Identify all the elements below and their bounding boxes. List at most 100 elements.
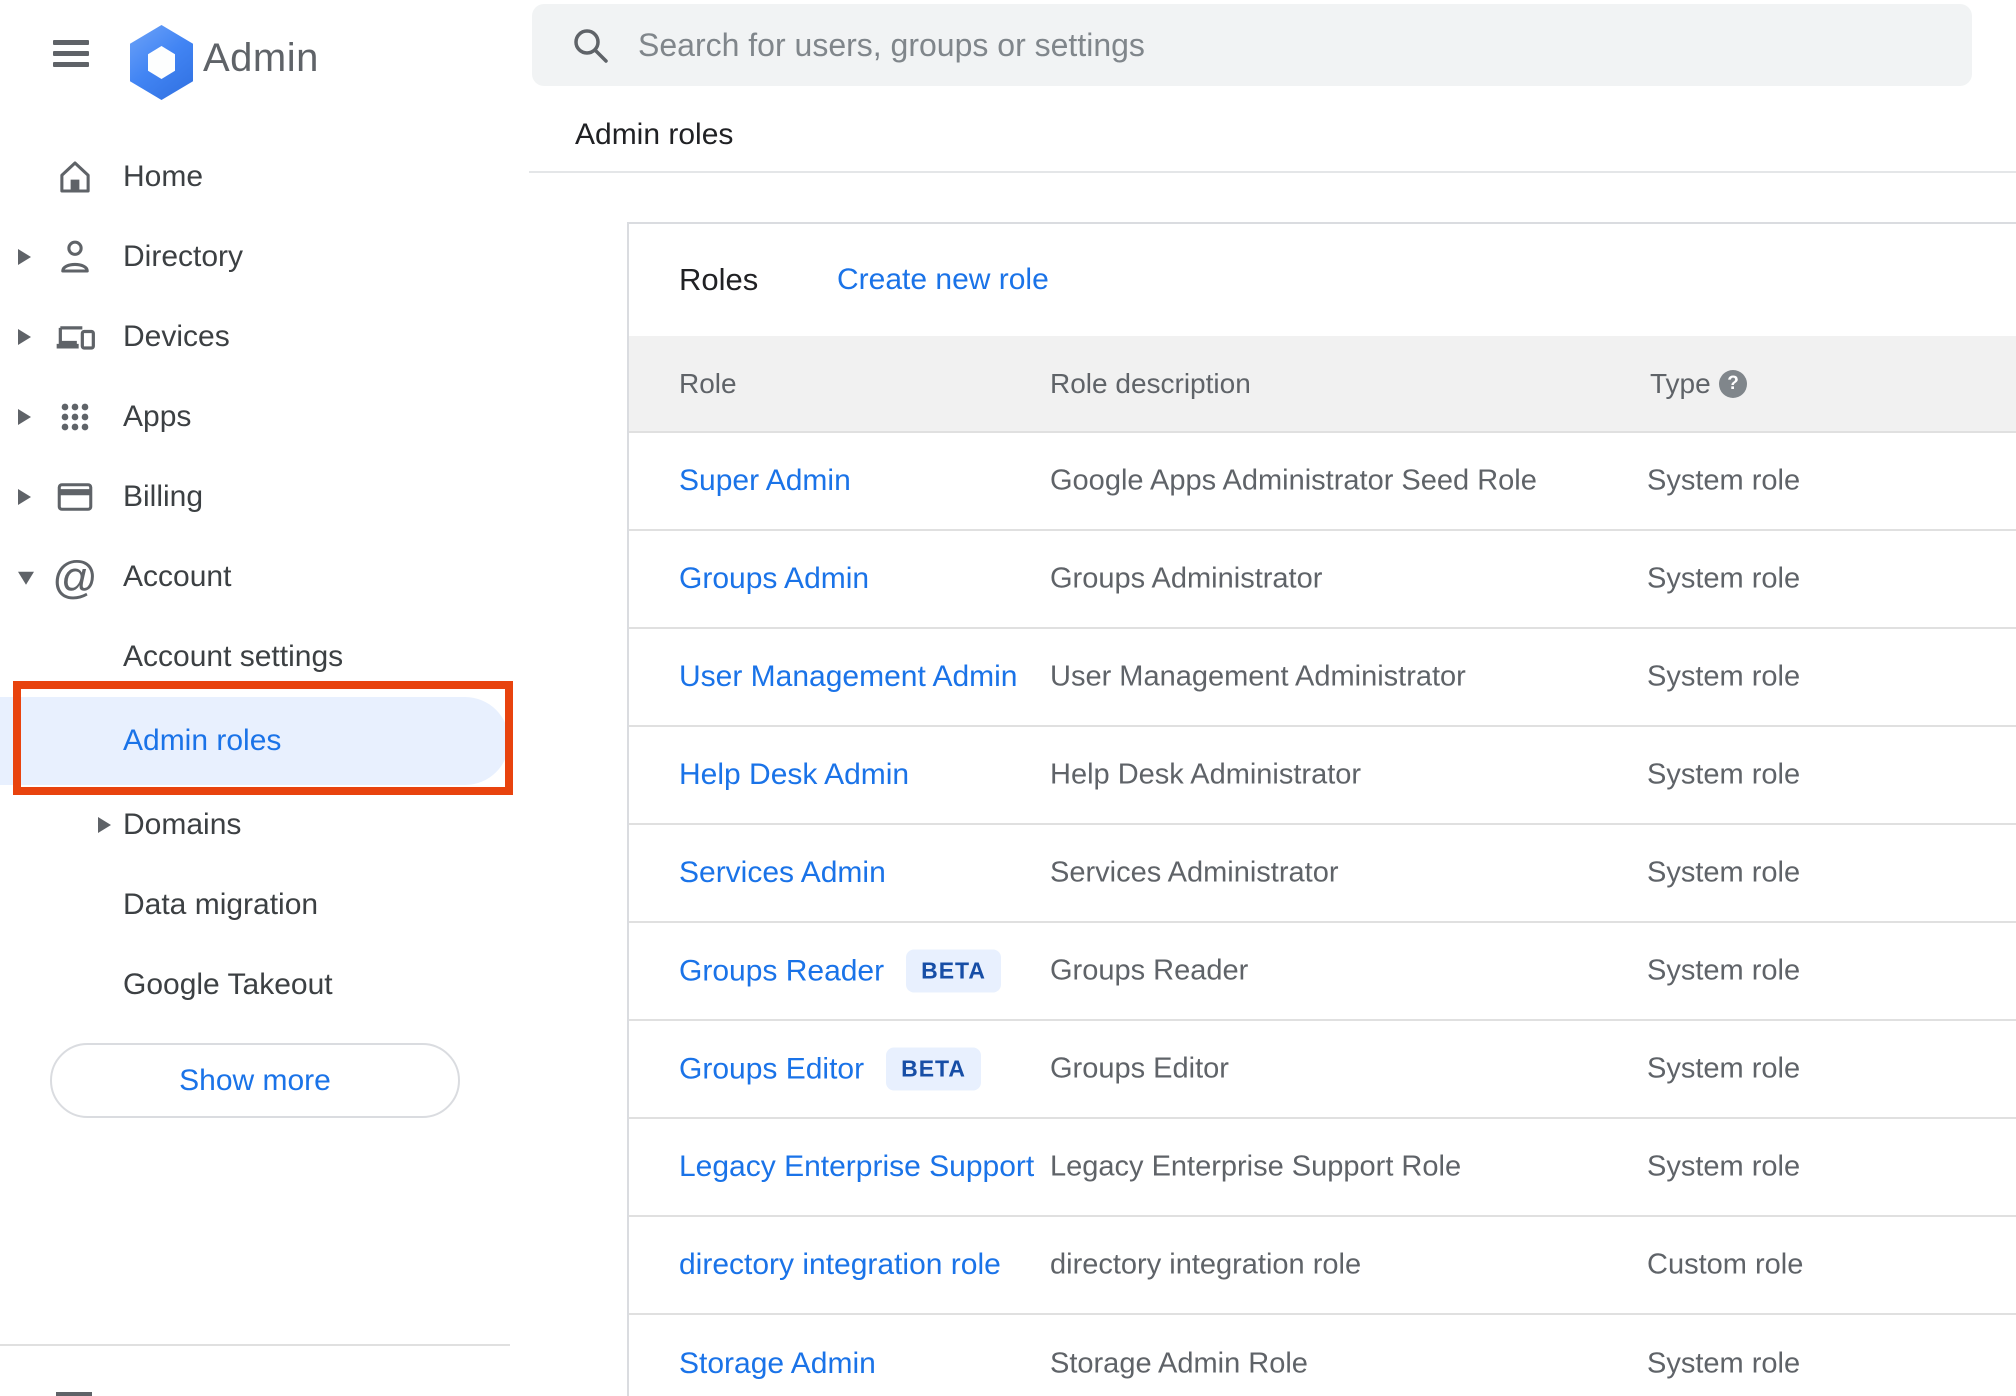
role-type-cell: System role [1647,1150,1801,1183]
role-link[interactable]: Groups Editor [679,1053,864,1086]
credit-card-icon [52,474,98,520]
role-cell: Services AdminBETA [679,856,886,890]
table-row: Services AdminBETA Services Administrator… [629,825,2016,923]
table-row: Legacy Enterprise SupportBETALegacy Ente… [629,1119,2016,1217]
roles-card-header: Roles Create new role [629,224,2016,336]
at-sign-icon: @ [52,551,98,603]
sidebar-item-domains[interactable]: Domains [0,785,509,865]
sidebar-item-label: Account [123,560,232,593]
role-link[interactable]: User Management Admin [679,660,1018,693]
home-icon [52,154,98,200]
role-type-cell: System role [1647,562,1801,595]
role-link[interactable]: Services Admin [679,856,886,889]
role-cell: directory integration roleBETA [679,1248,1001,1282]
sidebar-item-home[interactable]: Home [0,137,509,217]
role-type-cell: System role [1647,1347,1801,1380]
role-type-cell: System role [1647,758,1801,791]
role-link[interactable]: Groups Reader [679,955,884,988]
sidebar-item-billing[interactable]: Billing [0,457,509,537]
table-column-header: Role Role description Type ? [629,336,2016,433]
breadcrumb: Admin roles [575,118,734,151]
role-description-cell: Groups Editor [1050,1052,1229,1085]
clipped-bottom-icon [56,1392,92,1396]
admin-console-screen: Admin Admin roles Home Directory Devices Ap… [0,0,2016,1396]
role-cell: Groups Editor BETA [679,1047,981,1091]
role-description-cell: Help Desk Administrator [1050,758,1362,791]
sidebar-item-directory[interactable]: Directory [0,217,509,297]
sidebar-item-label: Directory [123,240,244,273]
role-description-cell: Services Administrator [1050,856,1339,889]
apps-grid-icon [52,394,98,440]
role-type-cell: System role [1647,1052,1801,1085]
sidebar-item-apps[interactable]: Apps [0,377,509,457]
role-description-cell: Groups Reader [1050,954,1249,987]
sidebar-item-label: Admin roles [123,724,282,757]
header-divider [529,171,2016,173]
search-icon [574,29,608,63]
role-description-cell: Groups Administrator [1050,562,1323,595]
table-row: Groups Reader BETA Groups Reader System rol… [629,923,2016,1021]
sidebar-item-label: Devices [123,320,230,353]
sidebar-nav: Home Directory Devices Apps Billing @ Account A… [0,137,509,1025]
sidebar-item-label: Account settings [123,640,344,673]
sidebar-item-label: Data migration [123,888,319,921]
role-link[interactable]: Groups Admin [679,562,869,595]
role-cell: User Management AdminBETA [679,660,1018,694]
role-type-cell: System role [1647,464,1801,497]
table-row: Storage AdminBETA Storage Admin Role Syste… [629,1315,2016,1396]
sidebar-bottom-divider [0,1344,510,1346]
role-type-cell: Custom role [1647,1248,1804,1281]
column-header-type: Type [1650,367,1711,399]
role-type-cell: System role [1647,954,1801,987]
hamburger-menu-icon[interactable] [53,40,89,68]
column-header-description: Role description [1050,367,1251,399]
help-icon[interactable]: ? [1719,369,1747,398]
google-admin-logo-icon [130,25,193,100]
chevron-right-icon[interactable] [18,329,31,345]
sidebar-item-admin-roles[interactable]: Admin roles [0,697,509,785]
chevron-down-icon[interactable] [18,571,34,585]
role-link[interactable]: Super Admin [679,464,851,497]
role-type-cell: System role [1647,660,1801,693]
sidebar-item-account[interactable]: @ Account [0,537,509,617]
role-type-cell: System role [1647,856,1801,889]
devices-icon [52,314,98,360]
table-row: User Management AdminBETAUser Management… [629,629,2016,727]
role-description-cell: User Management Administrator [1050,660,1466,693]
show-more-button[interactable]: Show more [50,1043,460,1118]
sidebar-item-label: Home [123,160,204,193]
roles-title: Roles [679,262,759,297]
table-row: Groups AdminBETA Groups Administrator Syst… [629,531,2016,629]
sidebar-item-devices[interactable]: Devices [0,297,509,377]
sidebar-item-label: Domains [123,808,242,841]
chevron-right-icon[interactable] [18,409,31,425]
search-bar[interactable] [532,4,1972,86]
person-icon [52,234,98,280]
role-link[interactable]: Help Desk Admin [679,758,909,791]
logo-product-name: Admin [203,36,319,80]
role-description-cell: Google Apps Administrator Seed Role [1050,464,1537,497]
table-row: directory integration roleBETAdirectory … [629,1217,2016,1315]
role-cell: Legacy Enterprise SupportBETA [679,1150,1034,1184]
role-cell: Storage AdminBETA [679,1347,876,1381]
create-new-role-link[interactable]: Create new role [837,263,1049,297]
role-description-cell: Legacy Enterprise Support Role [1050,1150,1462,1183]
role-description-cell: directory integration role [1050,1248,1362,1281]
role-cell: Groups AdminBETA [679,562,869,596]
roles-card: Roles Create new role Role Role descript… [627,222,2016,1396]
role-link[interactable]: Storage Admin [679,1347,876,1380]
sidebar-item-label: Google Takeout [123,968,333,1001]
table-row: Super AdminBETA Google Apps Administrator… [629,433,2016,531]
table-row: Help Desk AdminBETA Help Desk Administrat… [629,727,2016,825]
role-link[interactable]: directory integration role [679,1248,1001,1281]
sidebar-item-account-settings[interactable]: Account settings [0,617,509,697]
sidebar-item-data-migration[interactable]: Data migration [0,865,509,945]
sidebar-item-google-takeout[interactable]: Google Takeout [0,945,509,1025]
chevron-right-icon[interactable] [18,489,31,505]
role-cell: Groups Reader BETA [679,949,1002,993]
chevron-right-icon[interactable] [98,817,111,833]
role-link[interactable]: Legacy Enterprise Support [679,1150,1034,1183]
beta-badge: BETA [886,1047,981,1091]
search-input[interactable] [636,4,1936,86]
chevron-right-icon[interactable] [18,249,31,265]
